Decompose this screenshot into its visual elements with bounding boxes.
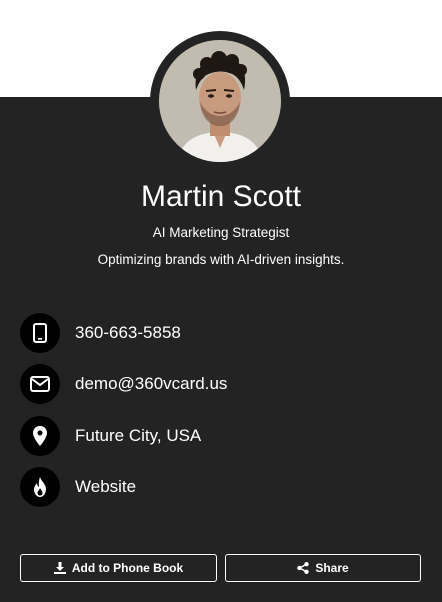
- avatar: [159, 40, 281, 162]
- contact-email[interactable]: demo@360vcard.us: [20, 364, 420, 404]
- download-icon: [53, 562, 66, 574]
- profile-title: AI Marketing Strategist: [152, 225, 290, 240]
- profile-name: Martin Scott: [140, 180, 302, 213]
- mail-icon: [20, 364, 60, 404]
- phone-icon: [20, 313, 60, 353]
- contact-website-label: Website: [75, 477, 137, 496]
- add-to-phone-book-label: Add to Phone Book: [71, 561, 184, 575]
- profile-tagline: Optimizing brands with AI-driven insight…: [97, 252, 345, 267]
- location-pin-icon: [20, 416, 60, 456]
- contact-location-label: Future City, USA: [75, 426, 202, 445]
- contact-email-label: demo@360vcard.us: [75, 374, 228, 393]
- contact-phone-label: 360-663-5858: [75, 323, 181, 342]
- add-to-phone-book-button[interactable]: Add to Phone Book: [20, 554, 217, 582]
- share-label: Share: [315, 561, 349, 575]
- share-icon: [297, 562, 310, 574]
- flame-icon: [20, 467, 60, 507]
- contact-website[interactable]: Website: [20, 467, 420, 507]
- contact-location[interactable]: Future City, USA: [20, 416, 420, 456]
- contact-phone[interactable]: 360-663-5858: [20, 313, 420, 353]
- share-button[interactable]: Share: [225, 554, 421, 582]
